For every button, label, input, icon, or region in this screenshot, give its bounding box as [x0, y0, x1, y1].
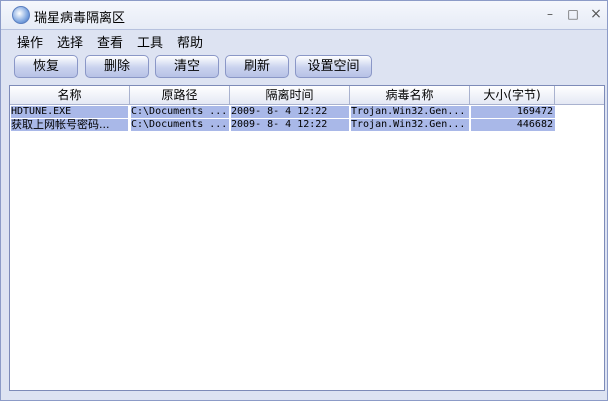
column-header-original-path[interactable]: 原路径 — [130, 86, 230, 105]
cell-quarantine-time: 2009- 8- 4 12:22 — [231, 119, 349, 131]
menu-tools[interactable]: 工具 — [137, 32, 163, 51]
quarantine-window: 瑞星病毒隔离区 – □ × 操作 选择 查看 工具 帮助 恢复 删除 清空 刷新… — [0, 0, 608, 401]
column-header-filler — [555, 86, 604, 105]
restore-button[interactable]: 恢复 — [14, 55, 78, 78]
toolbar: 恢复 删除 清空 刷新 设置空间 — [1, 51, 607, 83]
cell-size: 169472 — [471, 106, 555, 118]
title-bar[interactable]: 瑞星病毒隔离区 – □ × — [1, 1, 607, 30]
cell-virus-name: Trojan.Win32.Gen... — [351, 106, 469, 118]
menu-help[interactable]: 帮助 — [177, 32, 203, 51]
minimize-button[interactable]: – — [541, 6, 559, 22]
clear-button[interactable]: 清空 — [155, 55, 219, 78]
column-header-quarantine-time[interactable]: 隔离时间 — [230, 86, 350, 105]
column-header-name[interactable]: 名称 — [10, 86, 130, 105]
cell-quarantine-time: 2009- 8- 4 12:22 — [231, 106, 349, 118]
maximize-button[interactable]: □ — [564, 6, 582, 22]
menu-select[interactable]: 选择 — [57, 32, 83, 51]
cell-original-path: C:\Documents ... — [131, 106, 229, 118]
column-header-virus-name[interactable]: 病毒名称 — [350, 86, 470, 105]
cell-size: 446682 — [471, 119, 555, 131]
menu-operate[interactable]: 操作 — [17, 32, 43, 51]
cell-name: HDTUNE.EXE — [11, 106, 128, 118]
cell-original-path: C:\Documents ... — [131, 119, 229, 131]
cell-name: 获取上网帐号密码... — [11, 119, 128, 131]
refresh-button[interactable]: 刷新 — [225, 55, 289, 78]
cell-virus-name: Trojan.Win32.Gen... — [351, 119, 469, 131]
delete-button[interactable]: 删除 — [85, 55, 149, 78]
close-button[interactable]: × — [587, 6, 605, 22]
set-space-button[interactable]: 设置空间 — [295, 55, 372, 78]
quarantine-list[interactable]: 名称 原路径 隔离时间 病毒名称 大小(字节) HDTUNE.EXE C:\Do… — [9, 85, 605, 391]
window-title: 瑞星病毒隔离区 — [34, 11, 126, 26]
menu-bar: 操作 选择 查看 工具 帮助 — [1, 30, 607, 51]
menu-view[interactable]: 查看 — [97, 32, 123, 51]
column-header-size[interactable]: 大小(字节) — [470, 86, 555, 105]
rising-app-icon — [12, 6, 30, 24]
